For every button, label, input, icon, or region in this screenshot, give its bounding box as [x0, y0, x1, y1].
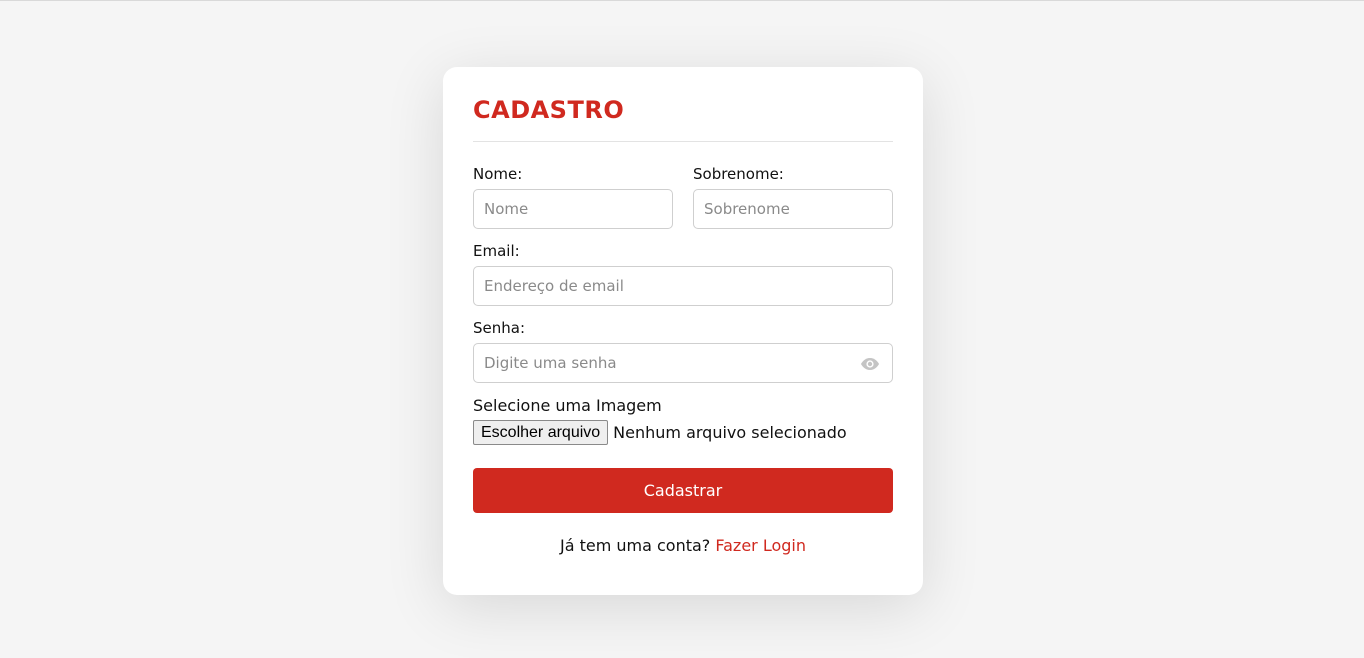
top-border: [0, 0, 1364, 1]
login-link[interactable]: Fazer Login: [715, 536, 806, 555]
first-name-input[interactable]: [473, 189, 673, 229]
register-button[interactable]: Cadastrar: [473, 468, 893, 513]
file-input-row: Escolher arquivo Nenhum arquivo selecion…: [473, 420, 893, 445]
name-row: Nome: Sobrenome:: [473, 164, 893, 229]
last-name-input[interactable]: [693, 189, 893, 229]
choose-file-button[interactable]: Escolher arquivo: [473, 420, 609, 445]
last-name-group: Sobrenome:: [693, 164, 893, 229]
signup-card: CADASTRO Nome: Sobrenome: Email: Senha:: [443, 67, 923, 595]
title-divider: [473, 141, 893, 142]
eye-icon-svg: [861, 358, 879, 370]
password-wrap: [473, 343, 893, 383]
first-name-group: Nome:: [473, 164, 673, 229]
first-name-label: Nome:: [473, 165, 523, 183]
page-title: CADASTRO: [473, 96, 625, 124]
email-group: Email:: [473, 241, 893, 306]
password-input[interactable]: [473, 343, 893, 383]
password-group: Senha:: [473, 318, 893, 383]
file-status-text: Nenhum arquivo selecionado: [613, 423, 847, 442]
image-label: Selecione uma Imagem: [473, 396, 662, 415]
eye-icon[interactable]: [860, 356, 880, 370]
email-label: Email:: [473, 242, 520, 260]
login-prompt: Já tem uma conta? Fazer Login: [473, 536, 893, 555]
email-input[interactable]: [473, 266, 893, 306]
password-label: Senha:: [473, 319, 526, 337]
login-question: Já tem uma conta?: [559, 536, 711, 555]
last-name-label: Sobrenome:: [693, 165, 784, 183]
